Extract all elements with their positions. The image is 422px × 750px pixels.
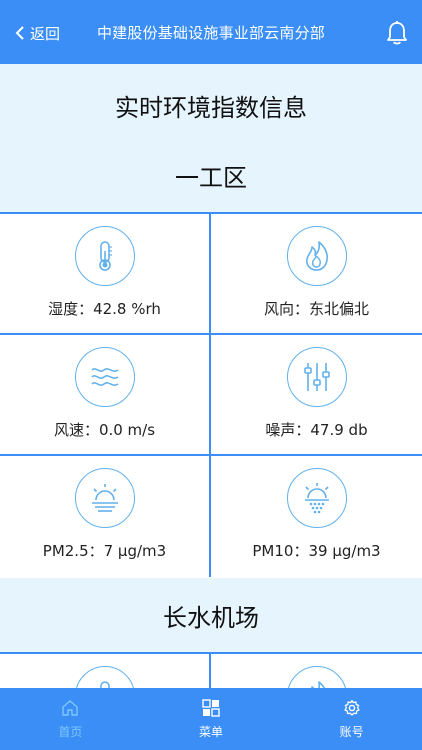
- page-title: 实时环境指数信息: [115, 94, 307, 122]
- metrics-grid: [0, 652, 422, 688]
- metric-label: 风向：东北偏北: [263, 300, 369, 318]
- metric-cell[interactable]: [0, 654, 211, 688]
- metric-icon-frame: [74, 347, 135, 407]
- metric-icon-frame: [286, 347, 347, 407]
- metric-cell-pm25[interactable]: PM2.5：7 μg/m3: [0, 456, 211, 577]
- metric-cell-wind-direction[interactable]: 风向：东北偏北: [211, 214, 422, 333]
- metrics-row: [0, 654, 422, 688]
- sun-dust-icon: [304, 483, 329, 514]
- metrics-row: 风速：0.0 m/s 噪声：47.9 db: [0, 335, 422, 456]
- app-header: 返回 中建股份基础设施事业部云南分部: [0, 0, 422, 64]
- metric-cell-humidity[interactable]: 湿度：42.8 %rh: [0, 214, 211, 333]
- bell-icon[interactable]: [386, 20, 408, 46]
- grid-menu-icon: [202, 698, 220, 717]
- tab-account[interactable]: 账号: [281, 688, 422, 750]
- home-icon: [62, 699, 79, 716]
- bottom-tab-bar: 首页 菜单 账号: [0, 688, 422, 750]
- metric-label: PM10：39 μg/m3: [252, 542, 381, 560]
- metric-cell-noise[interactable]: 噪声：47.9 db: [211, 335, 422, 454]
- metric-label: 噪声：47.9 db: [265, 421, 368, 439]
- metric-icon-frame: [286, 226, 347, 286]
- sunrise-icon: [91, 484, 118, 512]
- metric-icon-frame: [286, 666, 347, 688]
- thermometer-icon: [99, 681, 110, 688]
- metric-cell-wind-speed[interactable]: 风速：0.0 m/s: [0, 335, 211, 454]
- zone-title: 长水机场: [163, 604, 259, 632]
- gear-icon: [344, 699, 360, 716]
- metrics-row: PM2.5：7 μg/m3 PM10：39 μg/m3: [0, 456, 422, 577]
- metric-cell-pm10[interactable]: PM10：39 μg/m3: [211, 456, 422, 577]
- metric-icon-frame: [286, 468, 347, 528]
- metric-label: PM2.5：7 μg/m3: [42, 542, 167, 560]
- header-title: 中建股份基础设施事业部云南分部: [96, 24, 325, 42]
- tab-label: 菜单: [199, 724, 224, 739]
- metric-icon-frame: [74, 226, 135, 286]
- tab-label: 首页: [58, 724, 83, 739]
- thermometer-icon: [98, 241, 112, 271]
- metric-label: 风速：0.0 m/s: [53, 421, 156, 439]
- metric-cell[interactable]: [211, 654, 422, 688]
- tab-home[interactable]: 首页: [0, 688, 141, 750]
- zone-title: 一工区: [175, 164, 247, 192]
- equalizer-icon: [303, 363, 330, 391]
- flame-icon: [310, 681, 325, 688]
- tab-label: 账号: [339, 724, 364, 739]
- flame-icon: [305, 241, 328, 271]
- metric-icon-frame: [74, 666, 135, 688]
- metric-label: 湿度：42.8 %rh: [48, 300, 161, 318]
- metrics-row: 湿度：42.8 %rh 风向：东北偏北: [0, 214, 422, 335]
- metric-icon-frame: [74, 468, 135, 528]
- metrics-grid: 湿度：42.8 %rh 风向：东北偏北 风速：0.0 m/s 噪声：47.9 d…: [0, 212, 422, 577]
- content-area[interactable]: 实时环境指数信息 一工区 湿度：42.8 %rh 风向：东北偏北 风速：0.0 …: [0, 64, 422, 688]
- tab-menu[interactable]: 菜单: [141, 688, 282, 750]
- wind-waves-icon: [90, 368, 118, 386]
